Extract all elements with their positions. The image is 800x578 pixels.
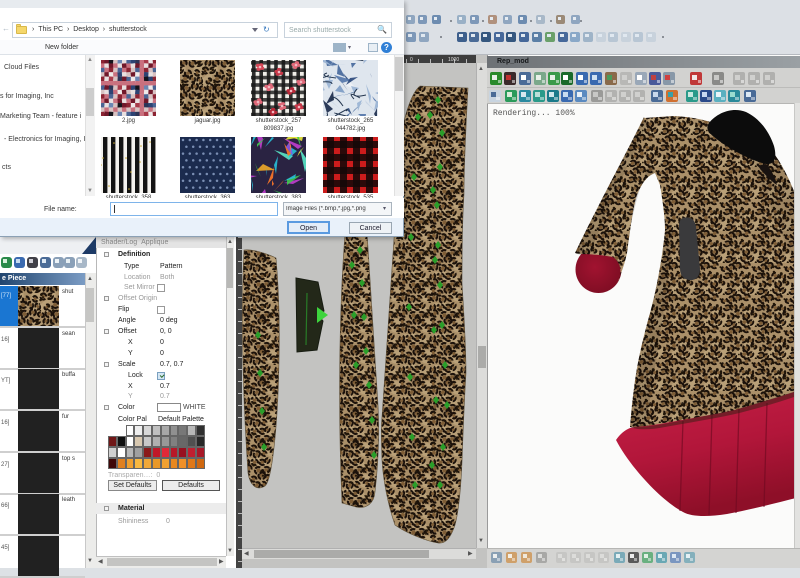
svg-text:0: 0 (410, 57, 413, 63)
svg-text:1000: 1000 (448, 57, 459, 63)
